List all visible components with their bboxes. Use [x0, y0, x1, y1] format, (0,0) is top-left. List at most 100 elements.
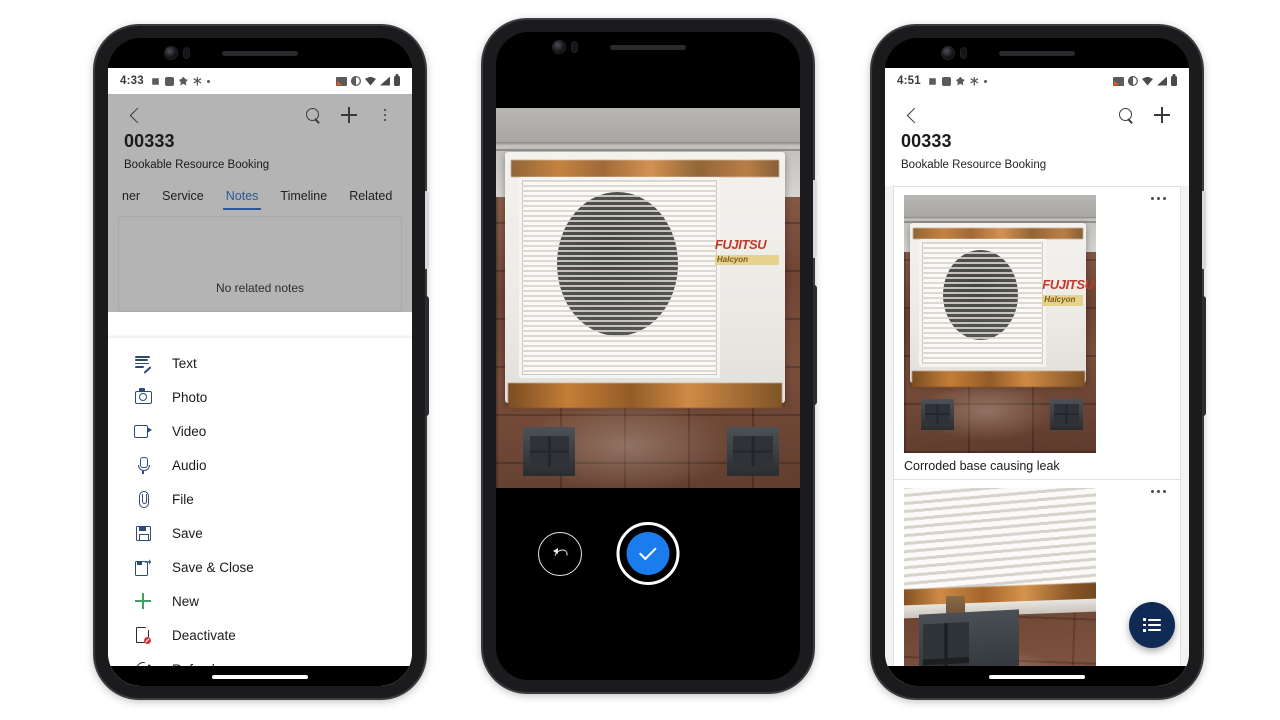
list-icon	[1143, 618, 1161, 632]
asterisk-icon	[193, 76, 202, 86]
sheet-label: File	[172, 491, 194, 507]
status-notification-icons	[927, 76, 987, 86]
wifi-icon	[365, 76, 376, 86]
back-button[interactable]	[122, 102, 148, 128]
record-id: 00333	[901, 131, 952, 151]
photo-fan-grille	[918, 239, 1046, 368]
sheet-label: Save	[172, 525, 203, 541]
sheet-item-new[interactable]: New	[108, 584, 412, 618]
volume-button-1[interactable]	[425, 191, 429, 269]
photo-rust-top	[510, 159, 780, 178]
list-view-fab-button[interactable]	[1129, 602, 1175, 648]
sheet-label: Text	[172, 355, 197, 371]
photo-brand-logo: FUJITSU Halcyon	[1042, 276, 1094, 306]
photo-brand-logo: FUJITSU Halcyon	[714, 236, 780, 266]
back-button[interactable]	[899, 102, 925, 128]
record-id: 00333	[124, 131, 175, 151]
app-chrome-1: 00333 Bookable Resource Booking ner Serv…	[108, 94, 412, 312]
proximity-sensor-icon	[184, 48, 189, 58]
device-notch-3	[885, 38, 1189, 68]
phone-screen-2: FUJITSU Halcyon	[496, 32, 800, 680]
note-card[interactable]	[893, 480, 1181, 686]
front-camera-icon	[942, 47, 954, 59]
earpiece-speaker-icon	[610, 45, 686, 50]
plus-icon	[341, 107, 357, 123]
search-button[interactable]	[1113, 102, 1139, 128]
sheet-label: New	[172, 593, 200, 609]
camera-preview[interactable]: FUJITSU Halcyon	[496, 108, 800, 512]
tab-timeline[interactable]: Timeline	[280, 189, 327, 210]
camera-icon	[132, 386, 154, 408]
phone-device-2: FUJITSU Halcyon	[480, 17, 817, 695]
ac-unit-photo: FUJITSU Halcyon	[496, 108, 800, 512]
proximity-sensor-icon	[572, 42, 577, 52]
photo-icon	[927, 76, 937, 86]
checkmark-icon	[638, 542, 657, 561]
power-button-2[interactable]	[813, 285, 817, 405]
save-icon	[132, 522, 154, 544]
front-camera-icon	[553, 41, 565, 53]
sheet-item-save[interactable]: Save	[108, 516, 412, 550]
add-note-action-sheet: Text Photo Video Audio File Save Save & …	[108, 338, 412, 686]
volume-button-2[interactable]	[813, 180, 817, 258]
photo-steel-support-left	[921, 398, 954, 430]
sheet-item-save-and-close[interactable]: Save & Close	[108, 550, 412, 584]
note-photo-thumbnail[interactable]: FUJITSU Halcyon	[904, 195, 1096, 453]
photo-fan-grille	[519, 177, 721, 378]
photo-steel-support-right	[1049, 398, 1083, 430]
tab-related[interactable]: Related	[349, 189, 392, 210]
proximity-sensor-icon	[961, 48, 966, 58]
retake-button[interactable]	[538, 532, 582, 576]
brand-primary-label: FUJITSU	[1042, 276, 1094, 292]
note-more-options-button[interactable]	[1151, 197, 1166, 200]
earpiece-speaker-icon	[222, 51, 298, 56]
do-not-disturb-icon	[351, 76, 361, 86]
photo-condenser-body: FUJITSU Halcyon	[505, 152, 785, 408]
sheet-label: Photo	[172, 389, 208, 405]
phone-device-3: 4:51 00333 Bookable Resource Booking FUJ…	[869, 23, 1206, 701]
ac-base-closeup-photo	[904, 488, 1096, 686]
battery-icon	[1171, 76, 1177, 86]
photo-fan-grille	[904, 488, 1096, 595]
volume-button-3[interactable]	[1202, 191, 1206, 269]
note-more-options-button[interactable]	[1151, 490, 1166, 493]
new-record-button[interactable]	[336, 102, 362, 128]
power-button-3[interactable]	[1202, 296, 1206, 416]
power-button-1[interactable]	[425, 296, 429, 416]
photo-rust-bottom	[911, 370, 1085, 387]
brand-primary-label: FUJITSU	[714, 236, 767, 252]
note-card[interactable]: FUJITSU Halcyon Corroded base causing le…	[893, 186, 1181, 480]
note-photo-thumbnail[interactable]	[904, 488, 1096, 686]
status-time: 4:51	[897, 75, 921, 87]
paperclip-icon	[132, 488, 154, 510]
sheet-item-text[interactable]: Text	[108, 346, 412, 380]
tab-notes[interactable]: Notes	[222, 189, 262, 210]
wifi-icon	[1142, 76, 1153, 86]
accept-photo-fill	[626, 532, 670, 575]
tab-owner[interactable]: ner	[122, 189, 140, 210]
cast-icon	[1113, 76, 1124, 86]
kebab-menu-icon	[383, 108, 387, 122]
search-button[interactable]	[300, 102, 326, 128]
home-indicator-1[interactable]	[212, 675, 308, 679]
cast-icon	[336, 76, 347, 86]
sheet-item-video[interactable]: Video	[108, 414, 412, 448]
earpiece-speaker-icon	[999, 51, 1075, 56]
header-toolbar-3	[899, 100, 1175, 130]
square-icon	[164, 76, 174, 86]
sheet-item-file[interactable]: File	[108, 482, 412, 516]
new-record-button[interactable]	[1149, 102, 1175, 128]
signal-icon	[380, 76, 390, 86]
more-options-button[interactable]	[372, 102, 398, 128]
accept-photo-button[interactable]	[616, 522, 680, 585]
sheet-item-audio[interactable]: Audio	[108, 448, 412, 482]
header-actions-3	[1113, 102, 1175, 128]
sheet-item-deactivate[interactable]: Deactivate	[108, 618, 412, 652]
home-indicator-3[interactable]	[989, 675, 1085, 679]
sheet-item-photo[interactable]: Photo	[108, 380, 412, 414]
status-notification-icons	[150, 76, 210, 86]
search-icon	[305, 107, 321, 123]
tab-bar-1: ner Service Notes Timeline Related	[122, 180, 398, 210]
tab-service[interactable]: Service	[162, 189, 204, 210]
sheet-label: Save & Close	[172, 559, 254, 575]
